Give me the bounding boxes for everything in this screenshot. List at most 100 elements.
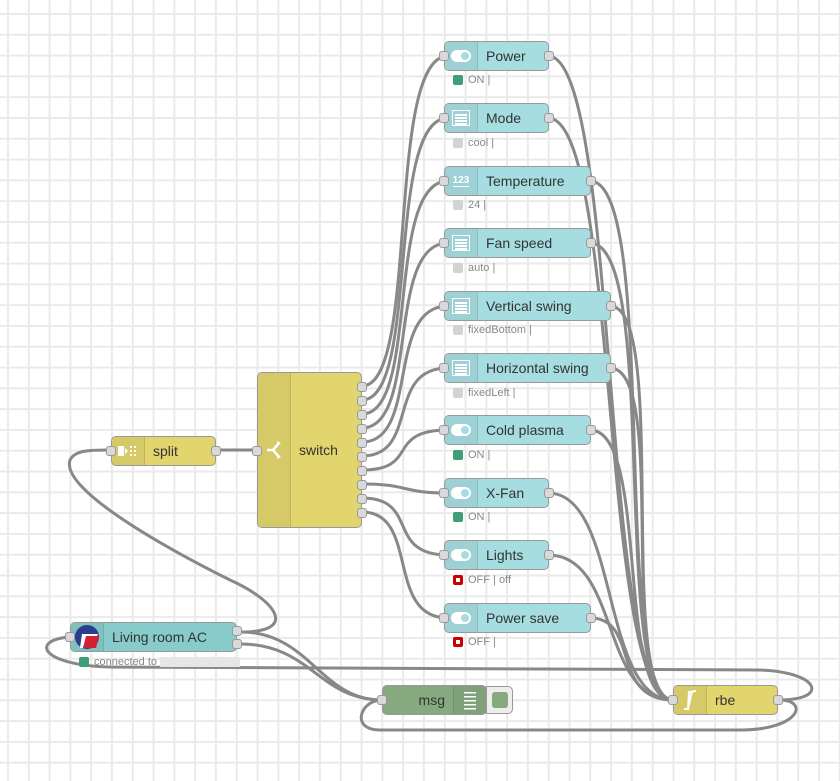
output-port-6[interactable]	[357, 452, 367, 462]
switch-icon	[445, 479, 478, 507]
output-port-9[interactable]	[357, 494, 367, 504]
node-power[interactable]: Power	[439, 41, 554, 71]
rbe-glyph	[684, 690, 697, 710]
output-port-1[interactable]	[357, 382, 367, 392]
output-port[interactable]	[773, 695, 783, 705]
output-port[interactable]	[586, 238, 596, 248]
node-label: Power save	[486, 610, 560, 626]
node-horizontal-swing[interactable]: Horizontal swing	[439, 353, 616, 383]
node-label: Fan speed	[486, 235, 553, 251]
switch-icon	[445, 416, 478, 444]
output-port[interactable]	[211, 446, 221, 456]
output-port-8[interactable]	[357, 480, 367, 490]
input-port[interactable]	[377, 695, 387, 705]
input-port[interactable]	[439, 176, 449, 186]
output-port[interactable]	[544, 488, 554, 498]
status-text: OFF | off	[468, 574, 511, 586]
node-living-room-ac[interactable]: Living room AC	[65, 622, 242, 652]
output-port[interactable]	[586, 176, 596, 186]
output-port[interactable]	[586, 613, 596, 623]
brand-logo-glyph	[75, 625, 99, 649]
node-x-fan[interactable]: X-Fan	[439, 478, 554, 508]
output-port-5[interactable]	[357, 438, 367, 448]
node-cold-plasma[interactable]: Cold plasma	[439, 415, 596, 445]
node-lights[interactable]: Lights	[439, 540, 554, 570]
node-label: Horizontal swing	[486, 360, 589, 376]
node-label: Lights	[486, 547, 524, 563]
output-port-4[interactable]	[357, 424, 367, 434]
output-port[interactable]	[606, 301, 616, 311]
list-icon	[445, 292, 478, 320]
input-port[interactable]	[65, 632, 75, 642]
node-label: switch	[299, 442, 338, 458]
rbe-icon	[674, 686, 707, 714]
output-port[interactable]	[544, 550, 554, 560]
node-temperature[interactable]: 123 Temperature	[439, 166, 596, 196]
output-port[interactable]	[544, 113, 554, 123]
input-port[interactable]	[439, 550, 449, 560]
node-vertical-swing[interactable]: Vertical swing	[439, 291, 616, 321]
node-rbe[interactable]: rbe	[668, 685, 783, 715]
input-port[interactable]	[439, 51, 449, 61]
node-mode[interactable]: Mode	[439, 103, 554, 133]
wire	[240, 630, 383, 702]
node-label: Power	[486, 48, 526, 64]
input-port[interactable]	[439, 301, 449, 311]
status-dot	[453, 512, 463, 522]
brand-logo-icon	[71, 623, 104, 651]
input-port[interactable]	[439, 613, 449, 623]
debug-toggle-button[interactable]	[486, 686, 513, 714]
node-label: Cold plasma	[486, 422, 564, 438]
output-port[interactable]	[606, 363, 616, 373]
node-status: 24 |	[453, 199, 486, 211]
node-status: cool |	[453, 137, 494, 149]
input-port[interactable]	[668, 695, 678, 705]
node-status: ON |	[453, 449, 490, 461]
output-port-7[interactable]	[357, 466, 367, 476]
output-port-10[interactable]	[357, 508, 367, 518]
wire	[240, 642, 383, 702]
input-port[interactable]	[252, 446, 262, 456]
node-switch[interactable]: switch	[252, 372, 367, 528]
switch-route-glyph	[267, 441, 281, 459]
output-port[interactable]	[586, 425, 596, 435]
node-status: fixedBottom |	[453, 324, 532, 336]
debug-list-glyph	[464, 692, 476, 710]
node-fan-speed[interactable]: Fan speed	[439, 228, 596, 258]
node-power-save[interactable]: Power save	[439, 603, 596, 633]
input-port[interactable]	[106, 446, 116, 456]
input-port[interactable]	[439, 425, 449, 435]
status-text: cool |	[468, 137, 495, 149]
node-msg-debug[interactable]: msg	[377, 685, 487, 715]
input-port[interactable]	[439, 238, 449, 248]
status-dot	[453, 200, 463, 210]
output-port[interactable]	[544, 51, 554, 61]
node-label: split	[153, 443, 178, 459]
node-status: fixedLeft |	[453, 387, 516, 399]
output-port-2[interactable]	[357, 396, 367, 406]
switch-icon	[445, 604, 478, 632]
output-port-3[interactable]	[357, 410, 367, 420]
wire	[361, 54, 449, 388]
wire	[361, 428, 449, 472]
input-port[interactable]	[439, 488, 449, 498]
numeric-icon: 123	[445, 167, 478, 195]
output-port-1[interactable]	[232, 626, 242, 636]
node-status: ON |	[453, 511, 490, 523]
node-status: ON |	[453, 74, 490, 86]
node-status: auto |	[453, 262, 495, 274]
status-dot	[453, 325, 463, 335]
switch-route-icon	[258, 373, 291, 527]
input-port[interactable]	[439, 113, 449, 123]
node-label: Temperature	[486, 173, 565, 189]
input-port[interactable]	[439, 363, 449, 373]
switch-icon	[445, 42, 478, 70]
status-text: ON |	[468, 74, 491, 86]
output-port-2[interactable]	[232, 639, 242, 649]
node-split[interactable]: split	[106, 436, 221, 466]
status-ring	[453, 637, 463, 647]
status-text: fixedLeft |	[468, 387, 516, 399]
list-icon	[445, 104, 478, 132]
node-label: Living room AC	[112, 629, 207, 645]
status-dot	[453, 388, 463, 398]
